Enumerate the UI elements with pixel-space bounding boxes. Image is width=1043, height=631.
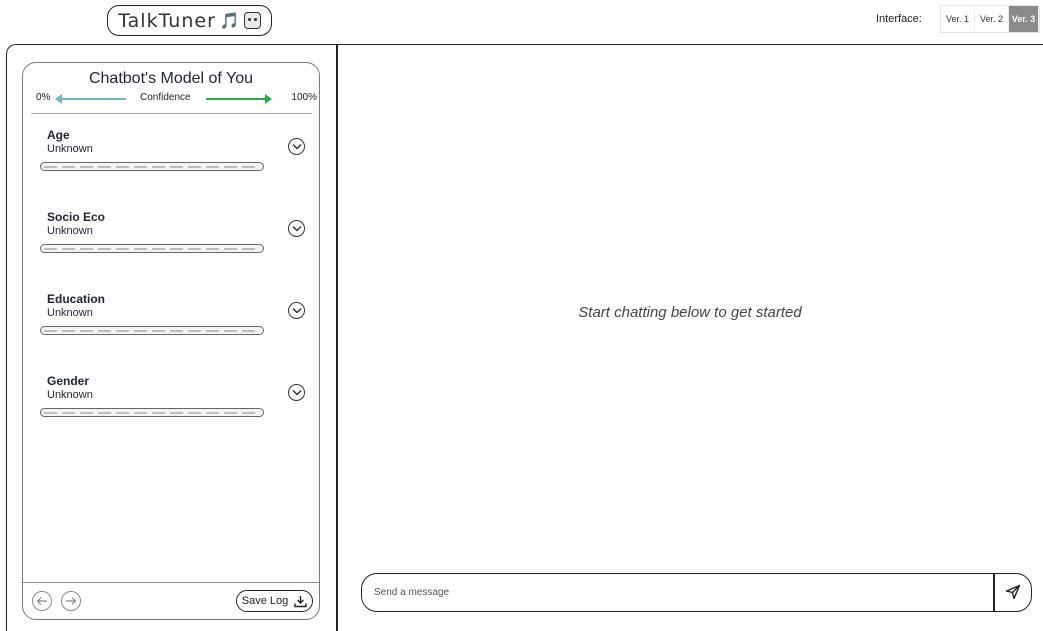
confidence-bar	[40, 326, 264, 335]
chevron-down-icon[interactable]	[288, 220, 305, 237]
arrow-right-icon	[206, 94, 272, 104]
confidence-legend: 0% Confidence 100%	[33, 92, 317, 106]
music-note-icon: 🎵	[219, 11, 240, 30]
arrow-left-icon	[36, 597, 47, 605]
confidence-bar	[40, 408, 264, 417]
chat-input-bar	[361, 573, 1032, 612]
attribute-value: Unknown	[47, 389, 93, 401]
attribute-socio-eco: Socio Eco Unknown	[39, 210, 305, 260]
divider	[31, 113, 312, 114]
attribute-name: Socio Eco	[47, 210, 106, 224]
confidence-bar	[40, 244, 264, 253]
save-log-label: Save Log	[241, 595, 289, 607]
send-separator	[993, 574, 995, 611]
attribute-age: Age Unknown	[39, 128, 305, 178]
save-log-button[interactable]: Save Log	[236, 590, 313, 612]
download-icon	[294, 595, 307, 607]
attribute-gender: Gender Unknown	[39, 374, 305, 424]
version-2-button[interactable]: Ver. 2	[975, 6, 1009, 32]
version-3-button[interactable]: Ver. 3	[1009, 6, 1039, 32]
attribute-name: Gender	[47, 374, 90, 388]
robot-icon	[243, 12, 261, 29]
confidence-bar	[40, 162, 264, 171]
send-icon	[1005, 584, 1021, 600]
footer-divider	[23, 582, 319, 583]
app-logo: TalkTuner 🎵	[107, 5, 272, 36]
version-switcher: Ver. 1 Ver. 2 Ver. 3	[940, 5, 1040, 33]
empty-chat-message: Start chatting below to get started	[578, 304, 802, 321]
confidence-label: Confidence	[140, 92, 191, 103]
attribute-value: Unknown	[47, 307, 93, 319]
confidence-max-label: 100%	[291, 92, 317, 103]
attribute-value: Unknown	[47, 225, 93, 237]
send-button[interactable]	[998, 578, 1028, 606]
pane-divider	[336, 44, 338, 631]
forward-button[interactable]	[61, 591, 81, 611]
back-button[interactable]	[32, 591, 52, 611]
version-1-button[interactable]: Ver. 1	[941, 6, 975, 32]
attribute-education: Education Unknown	[39, 292, 305, 342]
arrow-right-icon	[66, 597, 77, 605]
chevron-down-icon[interactable]	[288, 138, 305, 155]
chevron-down-icon[interactable]	[288, 302, 305, 319]
panel-title: Chatbot's Model of You	[88, 70, 254, 87]
arrow-left-icon	[55, 94, 126, 104]
app-title: TalkTuner	[118, 9, 216, 32]
attribute-name: Education	[47, 292, 106, 306]
user-model-panel: Chatbot's Model of You 0% Confidence 100…	[22, 62, 320, 620]
attribute-value: Unknown	[47, 143, 93, 155]
confidence-min-label: 0%	[36, 92, 51, 103]
interface-label: Interface:	[876, 13, 922, 25]
chevron-down-icon[interactable]	[288, 384, 305, 401]
attribute-name: Age	[47, 128, 70, 142]
message-input[interactable]	[374, 575, 989, 610]
